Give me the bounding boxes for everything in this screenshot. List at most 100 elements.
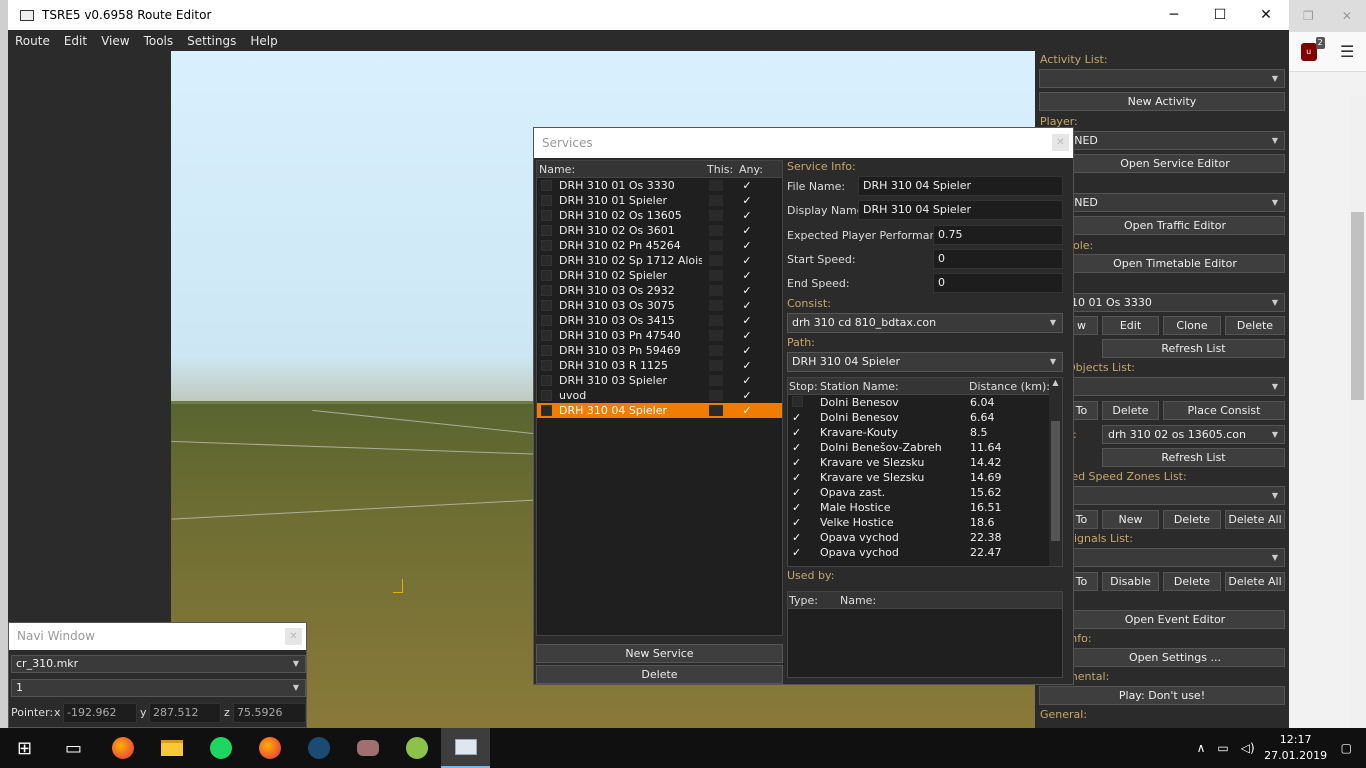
this-checkbox[interactable] <box>709 345 723 356</box>
spotify-icon[interactable] <box>196 728 245 768</box>
this-checkbox[interactable] <box>709 240 723 251</box>
service-checkbox[interactable] <box>541 300 552 311</box>
steam-icon[interactable] <box>294 728 343 768</box>
service-row[interactable]: DRH 310 03 R 1125 ✓ <box>537 358 782 373</box>
any-checkmark[interactable]: ✓ <box>741 314 753 327</box>
volume-icon[interactable]: ◁) <box>1235 741 1261 755</box>
close-icon[interactable]: ✕ <box>1342 9 1352 23</box>
marker-file-select[interactable]: cr_310.mkr ▼ <box>11 655 306 673</box>
service-checkbox[interactable] <box>541 240 552 251</box>
this-checkbox[interactable] <box>709 405 723 416</box>
service-checkbox[interactable] <box>541 375 552 386</box>
any-checkmark[interactable]: ✓ <box>741 359 753 372</box>
maximize-button[interactable]: ☐ <box>1197 7 1243 23</box>
this-checkbox[interactable] <box>709 390 723 401</box>
menu-route[interactable]: Route <box>8 34 57 48</box>
close-icon[interactable]: ✕ <box>285 628 302 645</box>
scrollbar-thumb[interactable] <box>1051 421 1060 541</box>
speed-zones-delete-button[interactable]: Delete <box>1163 510 1221 529</box>
any-checkmark[interactable]: ✓ <box>741 284 753 297</box>
this-checkbox[interactable] <box>709 180 723 191</box>
stop-checkbox[interactable]: ✓ <box>788 441 818 454</box>
menu-view[interactable]: View <box>94 34 136 48</box>
minimize-button[interactable]: ─ <box>1151 7 1197 23</box>
stop-checkbox[interactable]: ✓ <box>788 546 818 559</box>
new-service-button[interactable]: New Service <box>536 644 783 663</box>
any-checkmark[interactable]: ✓ <box>741 344 753 357</box>
file-name-field[interactable]: DRH 310 04 Spieler <box>858 176 1063 196</box>
pointer-z-field[interactable]: 75.5926 <box>233 703 306 723</box>
service-combo[interactable]: 10 01 Os 3330 ▼ <box>1065 293 1285 312</box>
hamburger-menu-icon[interactable]: ☰ <box>1340 42 1354 61</box>
refresh-list-button-2[interactable]: Refresh List <box>1102 448 1285 467</box>
close-icon[interactable]: ✕ <box>1052 134 1069 151</box>
this-checkbox[interactable] <box>709 330 723 341</box>
firefox-icon[interactable] <box>98 728 147 768</box>
objects-combo[interactable]: ▼ <box>1065 377 1285 396</box>
any-checkmark[interactable]: ✓ <box>741 389 753 402</box>
service-row[interactable]: DRH 310 03 Spieler ✓ <box>537 373 782 388</box>
menu-tools[interactable]: Tools <box>137 34 181 48</box>
ublock-icon[interactable]: u2 <box>1300 36 1325 61</box>
network-icon[interactable]: ▭ <box>1211 741 1234 755</box>
file-explorer-icon[interactable] <box>147 728 196 768</box>
stop-row[interactable]: ✓ Velke Hostice 18.6 <box>788 515 1062 530</box>
background-scrollbar[interactable] <box>1349 96 1366 728</box>
any-checkmark[interactable]: ✓ <box>741 254 753 267</box>
service-checkbox[interactable] <box>541 315 552 326</box>
stop-row[interactable]: ✓ Kravare ve Slezsku 14.42 <box>788 455 1062 470</box>
stop-row[interactable]: ✓ Dolni Benesov 6.64 <box>788 410 1062 425</box>
stop-row[interactable]: ✓ Opava vychod 22.38 <box>788 530 1062 545</box>
any-checkmark[interactable]: ✓ <box>741 224 753 237</box>
delete-button[interactable]: Delete <box>1225 316 1285 335</box>
service-row[interactable]: DRH 310 03 Pn 47540 ✓ <box>537 328 782 343</box>
stop-checkbox[interactable]: ✓ <box>788 486 818 499</box>
firefox-icon-2[interactable] <box>245 728 294 768</box>
clock[interactable]: 12:17 27.01.2019 <box>1261 732 1331 764</box>
scrollbar-thumb[interactable] <box>1351 212 1364 400</box>
service-row[interactable]: DRH 310 04 Spieler ✓ <box>537 403 782 418</box>
stop-checkbox[interactable] <box>788 395 818 410</box>
this-checkbox[interactable] <box>709 255 723 266</box>
service-checkbox[interactable] <box>541 285 552 296</box>
consist-select[interactable]: drh 310 cd 810_bdtax.con ▼ <box>787 313 1063 333</box>
consist-combo[interactable]: drh 310 02 os 13605.con ▼ <box>1102 425 1285 444</box>
any-checkmark[interactable]: ✓ <box>741 299 753 312</box>
service-checkbox[interactable] <box>541 255 552 266</box>
type-column-header[interactable]: Type: <box>788 592 838 608</box>
service-checkbox[interactable] <box>541 390 552 401</box>
activity-combo[interactable]: ▼ <box>1039 69 1285 88</box>
service-checkbox[interactable] <box>541 225 552 236</box>
green-app-icon[interactable] <box>392 728 441 768</box>
service-row[interactable]: DRH 310 02 Spieler ✓ <box>537 268 782 283</box>
stop-checkbox[interactable]: ✓ <box>788 531 818 544</box>
clone-button[interactable]: Clone <box>1163 316 1221 335</box>
station-column-header[interactable]: Station Name: <box>818 378 967 394</box>
service-row[interactable]: DRH 310 02 Os 13605 ✓ <box>537 208 782 223</box>
stop-row[interactable]: ✓ Kravare ve Slezsku 14.69 <box>788 470 1062 485</box>
service-row[interactable]: DRH 310 02 Sp 1712 Alois... ✓ <box>537 253 782 268</box>
stop-checkbox[interactable]: ✓ <box>788 456 818 469</box>
pointer-x-field[interactable]: -192.962 <box>63 703 137 723</box>
objects-delete-button[interactable]: Delete <box>1102 401 1159 420</box>
any-checkmark[interactable]: ✓ <box>741 239 753 252</box>
any-checkmark[interactable]: ✓ <box>741 179 753 192</box>
play-button[interactable]: Play: Don't use! <box>1039 686 1285 705</box>
service-checkbox[interactable] <box>541 345 552 356</box>
service-row[interactable]: DRH 310 01 Spieler ✓ <box>537 193 782 208</box>
stop-row[interactable]: ✓ Kravare-Kouty 8.5 <box>788 425 1062 440</box>
service-checkbox[interactable] <box>541 195 552 206</box>
refresh-list-button[interactable]: Refresh List <box>1102 339 1285 358</box>
service-checkbox[interactable] <box>541 360 552 371</box>
service-row[interactable]: uvod ✓ <box>537 388 782 403</box>
any-column-header[interactable]: Any: <box>737 161 777 177</box>
this-checkbox[interactable] <box>709 225 723 236</box>
any-checkmark[interactable]: ✓ <box>741 404 753 417</box>
service-row[interactable]: DRH 310 03 Os 2932 ✓ <box>537 283 782 298</box>
name-column-header[interactable]: Name: <box>838 592 876 608</box>
stop-checkbox[interactable]: ✓ <box>788 426 818 439</box>
open-service-editor-button[interactable]: Open Service Editor <box>1065 154 1285 173</box>
stop-checkbox[interactable]: ✓ <box>788 501 818 514</box>
pointer-y-field[interactable]: 287.512 <box>149 703 221 723</box>
service-row[interactable]: DRH 310 01 Os 3330 ✓ <box>537 178 782 193</box>
